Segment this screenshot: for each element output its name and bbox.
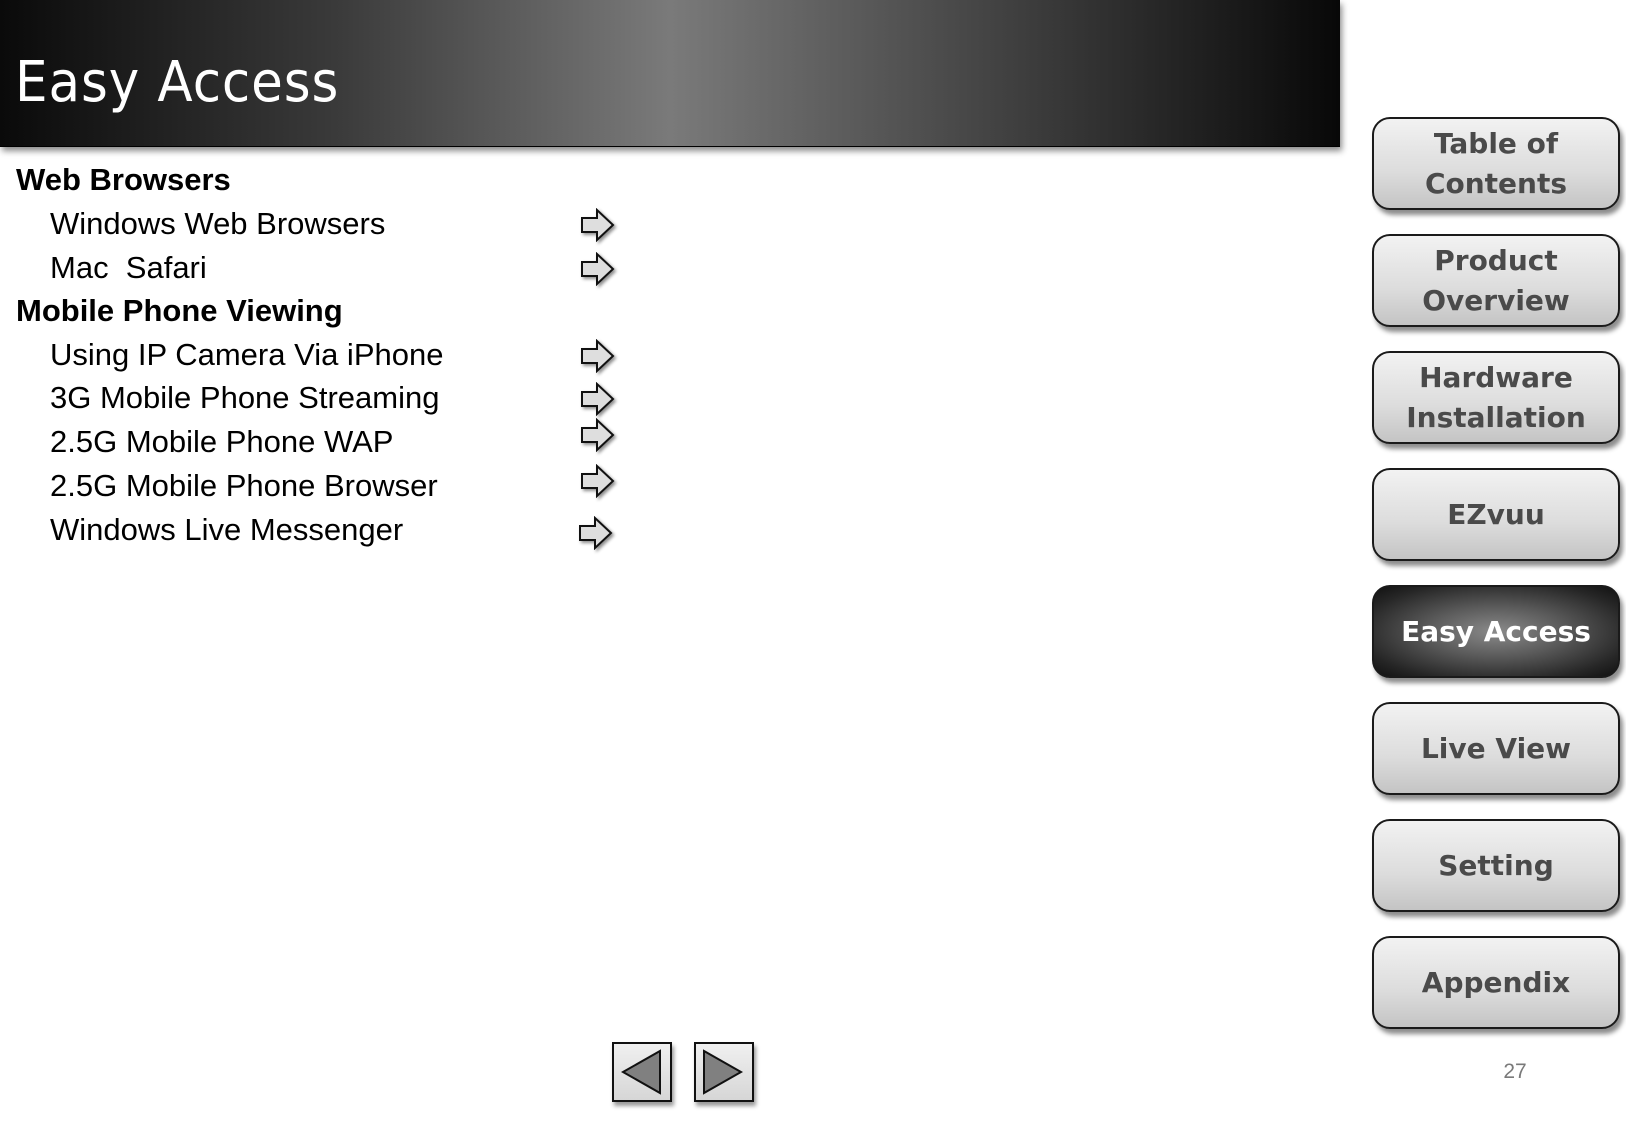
nav-label: Setting xyxy=(1438,848,1554,882)
link-3g-mobile-phone-streaming[interactable]: 3G Mobile Phone Streaming xyxy=(50,378,439,418)
triangle-right-icon xyxy=(703,1049,744,1095)
link-25g-mobile-phone-browser[interactable]: 2.5G Mobile Phone Browser xyxy=(50,466,438,506)
nav-easy-access[interactable]: Easy Access xyxy=(1372,585,1620,678)
section-heading-mobile-phone-viewing: Mobile Phone Viewing xyxy=(16,293,343,328)
nav-label: Product Overview xyxy=(1422,243,1570,317)
list-item-25g-browser[interactable]: 2.5G Mobile Phone Browser xyxy=(0,464,640,506)
arrow-right-icon[interactable] xyxy=(580,339,616,373)
arrow-right-icon[interactable] xyxy=(580,464,616,498)
link-25g-mobile-phone-wap[interactable]: 2.5G Mobile Phone WAP xyxy=(50,422,393,462)
nav-live-view[interactable]: Live View xyxy=(1372,702,1620,795)
list-item-windows-live-messenger[interactable]: Windows Live Messenger xyxy=(0,510,640,550)
list-item-25g-wap[interactable]: 2.5G Mobile Phone WAP xyxy=(0,418,640,462)
nav-product-overview[interactable]: Product Overview xyxy=(1372,234,1620,327)
list-item-windows-web-browsers[interactable]: Windows Web Browsers xyxy=(0,204,640,244)
link-windows-live-messenger[interactable]: Windows Live Messenger xyxy=(50,510,403,550)
arrow-right-icon[interactable] xyxy=(580,418,616,452)
arrow-right-icon[interactable] xyxy=(580,382,616,416)
link-mac-safari[interactable]: Mac Safari xyxy=(50,248,207,288)
section-heading-web-browsers: Web Browsers xyxy=(16,162,231,197)
page-number: 27 xyxy=(1503,1060,1527,1083)
nav-hardware-installation[interactable]: Hardware Installation xyxy=(1372,351,1620,444)
nav-label: Hardware Installation xyxy=(1406,360,1586,434)
nav-setting[interactable]: Setting xyxy=(1372,819,1620,912)
nav-label: Table of Contents xyxy=(1424,126,1568,200)
list-item-iphone[interactable]: Using IP Camera Via iPhone xyxy=(0,335,640,375)
nav-label: Easy Access xyxy=(1401,614,1591,648)
arrow-right-icon[interactable] xyxy=(580,252,616,286)
link-windows-web-browsers[interactable]: Windows Web Browsers xyxy=(50,204,385,244)
prev-page-button[interactable] xyxy=(612,1042,672,1102)
triangle-left-icon xyxy=(620,1049,661,1095)
list-item-mac-safari[interactable]: Mac Safari xyxy=(0,248,640,288)
nav-label: EZvuu xyxy=(1447,497,1545,531)
nav-label: Appendix xyxy=(1421,965,1571,999)
nav-ezvuu[interactable]: EZvuu xyxy=(1372,468,1620,561)
arrow-right-icon[interactable] xyxy=(578,516,614,550)
link-using-ip-camera-via-iphone[interactable]: Using IP Camera Via iPhone xyxy=(50,335,443,375)
nav-label: Live View xyxy=(1420,731,1572,765)
next-page-button[interactable] xyxy=(694,1042,754,1102)
arrow-right-icon[interactable] xyxy=(580,208,616,242)
nav-table-of-contents[interactable]: Table of Contents xyxy=(1372,117,1620,210)
title-bar: Easy Access xyxy=(0,0,1340,147)
nav-appendix[interactable]: Appendix xyxy=(1372,936,1620,1029)
list-item-3g-streaming[interactable]: 3G Mobile Phone Streaming xyxy=(0,378,640,418)
page-title: Easy Access xyxy=(15,50,340,115)
